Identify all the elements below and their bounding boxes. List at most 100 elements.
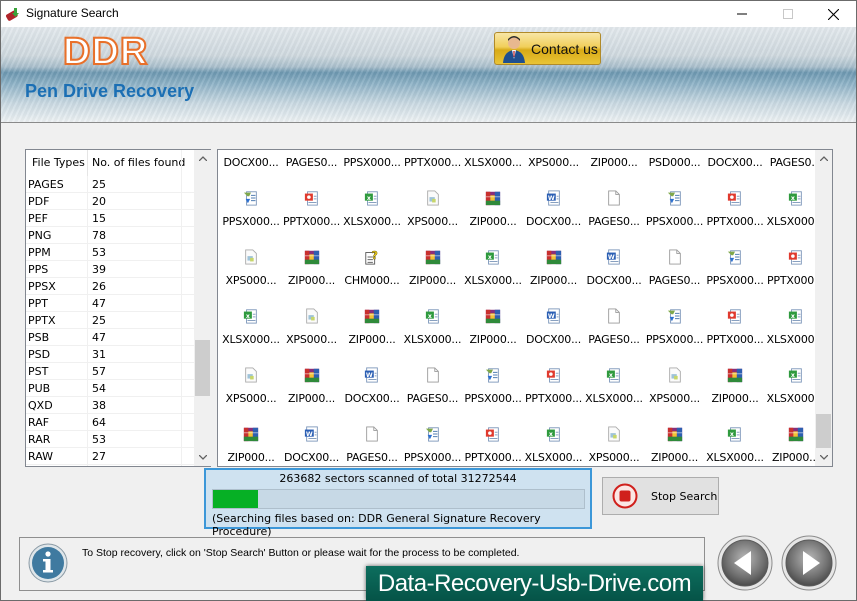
back-button[interactable] (717, 535, 773, 591)
ppsx-file-icon (667, 309, 681, 324)
file-type-name: QXD (28, 399, 53, 412)
file-type-name: PPTX (28, 314, 56, 327)
scroll-down-arrow[interactable] (815, 449, 832, 466)
file-type-row[interactable]: RAW 27 (26, 448, 194, 465)
contact-us-button[interactable]: Contact us (494, 32, 601, 65)
file-type-row[interactable]: PPTX 25 (26, 312, 194, 329)
scroll-thumb[interactable] (195, 340, 210, 396)
file-name-label: PPTX000... (706, 215, 764, 228)
file-count: 26 (92, 280, 106, 293)
scroll-down-arrow[interactable] (194, 449, 211, 466)
column-divider[interactable] (87, 150, 88, 176)
stop-search-button[interactable]: Stop Search (602, 477, 719, 515)
recovered-file-item[interactable]: x XLSX000... (524, 427, 584, 466)
file-name-label: DOCX00... (283, 451, 340, 464)
zip-file-icon (788, 427, 803, 442)
ppsx-file-icon (667, 191, 681, 206)
recovered-file-item[interactable]: PPTX000... (463, 427, 523, 466)
file-name-label: XLSX000... (706, 451, 764, 464)
scroll-thumb[interactable] (816, 414, 831, 448)
file-name-label: XLSX000... (585, 392, 643, 405)
svg-text:W: W (305, 431, 312, 438)
xlsx-file-icon: x (485, 250, 499, 265)
file-count: 25 (92, 314, 106, 327)
file-type-row[interactable]: PNG 78 (26, 227, 194, 244)
file-type-row[interactable]: PPSX 26 (26, 278, 194, 295)
xlsx-file-icon: x (606, 368, 620, 383)
file-name-label: XLSX000... (403, 333, 462, 346)
file-type-row[interactable]: PEF 15 (26, 210, 194, 227)
xlsx-file-icon: x (425, 309, 439, 324)
file-type-row[interactable]: RAR 53 (26, 431, 194, 448)
file-type-name: PPM (28, 246, 51, 259)
header-banner: DDR Pen Drive Recovery Contact us (1, 27, 856, 123)
search-method-text: (Searching files based on: DDR General S… (212, 512, 541, 538)
svg-text:x: x (367, 195, 371, 202)
recovered-file-item[interactable]: ZIP000... (221, 427, 281, 466)
file-name-label: XPS000... (286, 333, 337, 346)
file-type-row[interactable]: RAF 64 (26, 414, 194, 431)
recovered-files-view: W DOCX00... PAGES0... PPSX000... PPTX000... x… (217, 149, 833, 467)
maximize-button[interactable] (765, 1, 811, 27)
recovered-file-item[interactable]: W DOCX00... (282, 426, 342, 466)
column-header-files-found[interactable]: No. of files found (92, 150, 185, 176)
file-type-row[interactable]: PPT 47 (26, 295, 194, 312)
chevron-down-icon (819, 455, 828, 460)
file-count: 39 (92, 263, 106, 276)
column-header-file-types[interactable]: File Types (32, 150, 85, 176)
maximize-icon (783, 9, 793, 19)
recovered-file-item[interactable]: x XLSX000... (705, 427, 765, 466)
file-name-label: XLSX000... (222, 333, 280, 346)
file-type-row[interactable]: PAGES 25 (26, 176, 194, 193)
chevron-up-icon (819, 156, 828, 161)
file-count: 54 (92, 382, 106, 395)
file-type-row[interactable]: PSB 47 (26, 329, 194, 346)
files-scrollbar[interactable] (815, 150, 832, 466)
minimize-button[interactable] (719, 1, 765, 27)
pages-file-icon (668, 249, 681, 265)
title-bar: Signature Search (1, 1, 856, 27)
signature-search-window: Signature Search DDR Pen Drive Recovery … (0, 0, 857, 601)
recovered-file-item[interactable]: PAGES0... (342, 426, 402, 466)
file-type-name: PSD (28, 348, 51, 361)
file-name-label: XPS000... (649, 392, 700, 405)
sectors-scanned-status: 263682 sectors scanned of total 31272544 (279, 472, 517, 485)
xps-file-icon (245, 249, 257, 265)
recovered-file-item[interactable]: PPSX000... (403, 427, 463, 466)
close-button[interactable] (810, 1, 856, 27)
file-type-row[interactable]: PST 57 (26, 363, 194, 380)
file-name-label: ZIP000... (650, 451, 699, 464)
stop-search-label: Stop Search (651, 489, 718, 503)
pptx-file-icon (727, 191, 741, 206)
zip-file-icon (485, 309, 501, 324)
recovered-file-item[interactable]: ZIP000... (645, 427, 705, 466)
file-name-label: XLSX000... (343, 215, 401, 228)
file-type-row[interactable]: PSD 31 (26, 346, 194, 363)
svg-text:x: x (609, 372, 613, 379)
docx-file-icon: W (304, 426, 318, 442)
close-icon (827, 8, 839, 20)
file-name-label: DOCX00... (707, 156, 763, 169)
product-name: Pen Drive Recovery (25, 81, 195, 101)
scan-progress-panel: 263682 sectors scanned of total 31272544… (204, 468, 592, 538)
file-type-name: PDF (28, 195, 50, 208)
scroll-up-arrow[interactable] (194, 150, 211, 167)
chm-file-icon: ? (365, 249, 378, 265)
file-count: 78 (92, 229, 106, 242)
file-name-label: PSD000... (648, 156, 701, 169)
chevron-up-icon (198, 156, 207, 161)
file-type-name: PST (28, 365, 49, 378)
file-type-row[interactable]: PPS 39 (26, 261, 194, 278)
recovered-file-item[interactable]: XPS000... (584, 426, 644, 466)
file-type-row[interactable]: PUB 54 (26, 380, 194, 397)
scroll-up-arrow[interactable] (815, 150, 832, 167)
file-name-label: DOCX00... (525, 215, 582, 228)
file-type-row[interactable]: PDF 20 (26, 193, 194, 210)
file-types-scrollbar[interactable] (194, 150, 211, 466)
file-type-row[interactable]: PPM 53 (26, 244, 194, 261)
xlsx-file-icon: x (727, 427, 741, 442)
file-type-row[interactable]: QXD 38 (26, 397, 194, 414)
pptx-file-icon (546, 368, 560, 383)
file-type-name: PPT (28, 297, 48, 310)
next-button[interactable] (781, 535, 837, 591)
